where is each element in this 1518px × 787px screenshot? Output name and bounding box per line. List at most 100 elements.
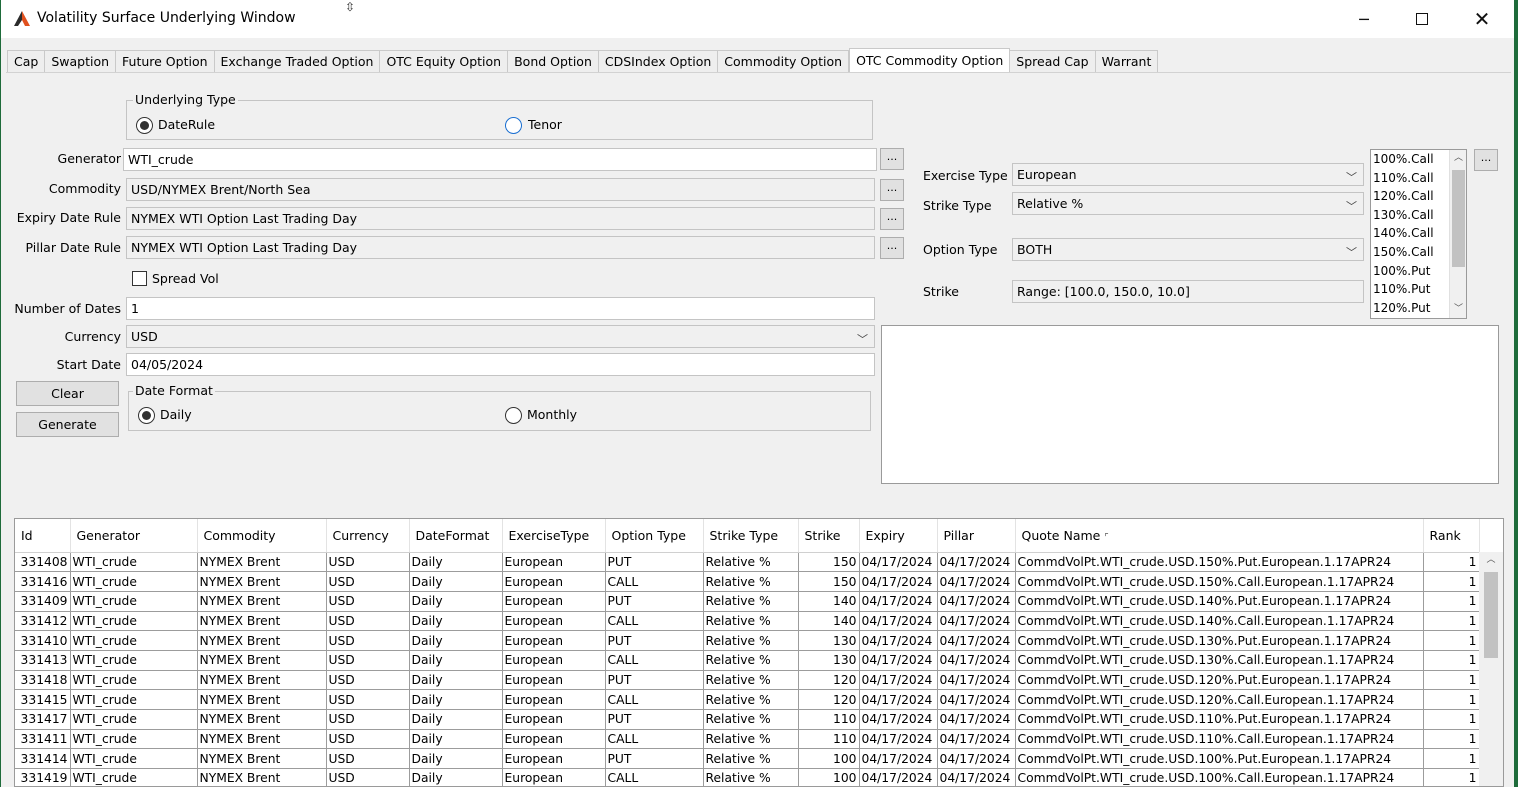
table-cell: PUT xyxy=(605,748,704,770)
results-table: Id Generator Commodity Currency DateForm… xyxy=(14,518,1504,787)
currency-select[interactable]: USD ﹀ xyxy=(126,325,875,348)
table-row[interactable]: 331413 WTI_crude NYMEX Brent USD Daily Europe… xyxy=(15,650,1480,671)
table-cell: European xyxy=(502,748,606,770)
table-cell: 04/17/2024 xyxy=(937,591,1016,612)
monthly-radio[interactable] xyxy=(505,407,522,424)
expiry-date-rule-field[interactable]: NYMEX WTI Option Last Trading Day xyxy=(126,207,875,230)
col-header-commodity[interactable]: Commodity xyxy=(197,519,327,553)
scroll-up-icon[interactable]: ︿ xyxy=(1479,552,1503,569)
scroll-down-icon[interactable]: ﹀ xyxy=(1450,301,1466,318)
tab-warrant[interactable]: Warrant xyxy=(1095,50,1159,72)
close-button[interactable]: ✕ xyxy=(1453,0,1511,38)
generator-browse-button[interactable]: ... xyxy=(880,148,904,170)
table-row[interactable]: 331415 WTI_crude NYMEX Brent USD Daily Europe… xyxy=(15,689,1480,710)
tab-commodity-option[interactable]: Commodity Option xyxy=(718,50,850,72)
scroll-up-icon[interactable]: ︿ xyxy=(1450,150,1466,167)
table-cell: European xyxy=(502,729,606,750)
table-cell: CommdVolPt.WTI_crude.USD.120%.Put.Europe… xyxy=(1015,670,1424,691)
tab-cap[interactable]: Cap xyxy=(7,50,46,72)
tab-swaption[interactable]: Swaption xyxy=(45,50,117,72)
table-row[interactable]: 331409 WTI_crude NYMEX Brent USD Daily Europe… xyxy=(15,591,1480,612)
maximize-button[interactable] xyxy=(1393,0,1451,38)
tab-otc-commodity-option[interactable]: OTC Commodity Option xyxy=(849,48,1011,73)
table-cell: PUT xyxy=(605,670,704,691)
generator-field[interactable]: WTI_crude xyxy=(123,148,877,171)
table-scrollbar[interactable]: ︿ xyxy=(1479,552,1503,786)
table-row[interactable]: 331417 WTI_crude NYMEX Brent USD Daily Europe… xyxy=(15,709,1480,730)
col-header-strike[interactable]: Strike xyxy=(798,519,860,553)
table-row[interactable]: 331418 WTI_crude NYMEX Brent USD Daily Europe… xyxy=(15,670,1480,691)
scroll-thumb[interactable] xyxy=(1452,170,1465,267)
underlying-type-group: Underlying Type DateRule Tenor xyxy=(126,92,873,140)
quote-list[interactable]: 100%.Call 110%.Call 120%.Call 130%.Call … xyxy=(1370,149,1467,319)
strike-field[interactable]: Range: [100.0, 150.0, 10.0] xyxy=(1012,280,1364,303)
col-header-currency[interactable]: Currency xyxy=(326,519,410,553)
commodity-field[interactable]: USD/NYMEX Brent/North Sea xyxy=(126,178,875,201)
exercise-type-select[interactable]: European ﹀ xyxy=(1012,163,1364,186)
table-cell: 1 xyxy=(1423,571,1480,592)
col-header-exercisetype[interactable]: ExerciseType xyxy=(502,519,606,553)
table-row[interactable]: 331410 WTI_crude NYMEX Brent USD Daily Europe… xyxy=(15,630,1480,651)
list-scrollbar[interactable]: ︿ ﹀ xyxy=(1449,150,1466,318)
app-window: Volatility Surface Underlying Window ⇳ ─… xyxy=(1,0,1514,787)
col-header-strike-type[interactable]: Strike Type xyxy=(703,519,799,553)
table-row[interactable]: 331414 WTI_crude NYMEX Brent USD Daily Europe… xyxy=(15,748,1480,770)
col-header-rank[interactable]: Rank xyxy=(1423,519,1480,553)
table-cell: Relative % xyxy=(703,630,799,651)
daterule-radio[interactable] xyxy=(136,117,153,134)
table-cell: 331413 xyxy=(15,650,71,671)
table-cell: CommdVolPt.WTI_crude.USD.140%.Call.Europ… xyxy=(1015,611,1424,632)
tenor-radio[interactable] xyxy=(505,117,522,134)
number-of-dates-field[interactable]: 1 xyxy=(126,297,875,320)
table-row[interactable]: 331412 WTI_crude NYMEX Brent USD Daily Europe… xyxy=(15,611,1480,632)
minimize-button[interactable]: ─ xyxy=(1335,0,1393,38)
table-cell: USD xyxy=(326,689,410,710)
expiry-date-rule-browse-button[interactable]: ... xyxy=(880,208,904,230)
table-cell: NYMEX Brent xyxy=(197,729,327,750)
daily-radio[interactable] xyxy=(138,407,155,424)
start-date-field[interactable]: 04/05/2024 xyxy=(126,353,875,376)
table-cell: 04/17/2024 xyxy=(937,768,1016,786)
scroll-thumb[interactable] xyxy=(1484,572,1498,658)
tab-future-option[interactable]: Future Option xyxy=(116,50,215,72)
table-cell: Daily xyxy=(409,650,503,671)
table-cell: European xyxy=(502,591,606,612)
tab-bond-option[interactable]: Bond Option xyxy=(508,50,599,72)
tab-exchange-traded-option[interactable]: Exchange Traded Option xyxy=(214,50,381,72)
commodity-browse-button[interactable]: ... xyxy=(880,179,904,201)
pillar-date-rule-browse-button[interactable]: ... xyxy=(880,237,904,259)
table-cell: 1 xyxy=(1423,670,1480,691)
tab-cdsindex-option[interactable]: CDSIndex Option xyxy=(598,50,719,72)
generate-button[interactable]: Generate xyxy=(16,412,119,437)
table-row[interactable]: 331408 WTI_crude NYMEX Brent USD Daily Europe… xyxy=(15,552,1480,573)
table-row[interactable]: 331411 WTI_crude NYMEX Brent USD Daily Europe… xyxy=(15,729,1480,750)
table-cell: 1 xyxy=(1423,591,1480,612)
table-cell: 110 xyxy=(798,729,860,750)
output-text-area[interactable] xyxy=(881,325,1499,484)
tab-spread-cap[interactable]: Spread Cap xyxy=(1010,50,1096,72)
table-cell: 331412 xyxy=(15,611,71,632)
list-browse-button[interactable]: ... xyxy=(1474,149,1498,171)
chevron-down-icon: ﹀ xyxy=(857,333,868,346)
option-type-select[interactable]: BOTH ﹀ xyxy=(1012,238,1364,261)
table-cell: CALL xyxy=(605,571,704,592)
pillar-date-rule-field[interactable]: NYMEX WTI Option Last Trading Day xyxy=(126,236,875,259)
col-header-pillar[interactable]: Pillar xyxy=(937,519,1016,553)
col-header-generator[interactable]: Generator xyxy=(70,519,198,553)
col-header-option-type[interactable]: Option Type xyxy=(605,519,704,553)
tab-otc-equity-option[interactable]: OTC Equity Option xyxy=(380,50,509,72)
date-format-group: Date Format Daily Monthly xyxy=(128,383,871,431)
col-header-quote-name[interactable]: Quote Name ⌜ xyxy=(1015,519,1424,553)
col-header-id[interactable]: Id xyxy=(15,519,71,553)
clear-button[interactable]: Clear xyxy=(16,381,119,406)
col-header-dateformat[interactable]: DateFormat xyxy=(409,519,503,553)
table-cell: 04/17/2024 xyxy=(859,650,938,671)
table-cell: CommdVolPt.WTI_crude.USD.110%.Call.Europ… xyxy=(1015,729,1424,750)
table-cell: Relative % xyxy=(703,748,799,770)
col-header-expiry[interactable]: Expiry xyxy=(859,519,938,553)
exercise-type-value: European xyxy=(1017,167,1077,182)
strike-type-select[interactable]: Relative % ﹀ xyxy=(1012,192,1364,215)
spread-vol-checkbox[interactable] xyxy=(132,271,147,286)
table-row[interactable]: 331419 WTI_crude NYMEX Brent USD Daily Europe… xyxy=(15,768,1480,786)
table-row[interactable]: 331416 WTI_crude NYMEX Brent USD Daily Europe… xyxy=(15,571,1480,592)
